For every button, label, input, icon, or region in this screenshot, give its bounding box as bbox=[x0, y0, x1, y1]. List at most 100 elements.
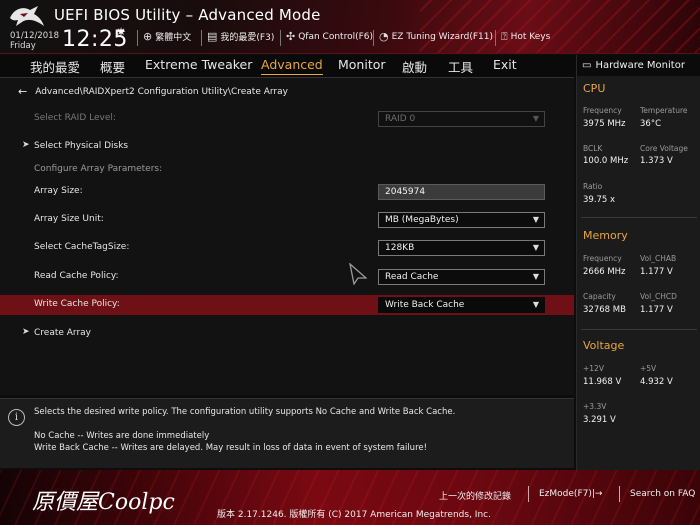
bclk-label: BCLK bbox=[583, 144, 603, 153]
v12-value: 11.968 V bbox=[583, 377, 622, 387]
footer-bar: 原價屋Coolpc 上一次的修改記錄 EzMode(F7)|→ Search o… bbox=[0, 470, 700, 525]
qfan-control-label: Qfan Control(F6) bbox=[298, 31, 374, 42]
tab-main[interactable]: 概要 bbox=[100, 57, 125, 76]
hot-keys-icon: ⍰ bbox=[501, 30, 508, 43]
help-text-line: Selects the desired write policy. The co… bbox=[34, 407, 456, 417]
write-cache-label: Write Cache Policy: bbox=[34, 299, 120, 309]
voltage-section-title: Voltage bbox=[583, 339, 625, 352]
array-size-input[interactable]: 2045974 bbox=[378, 184, 545, 200]
array-size-label: Array Size: bbox=[34, 186, 83, 196]
chevron-right-icon: ➤ bbox=[22, 327, 30, 337]
language-label: 繁體中文 bbox=[155, 33, 192, 43]
core-voltage-value: 1.373 V bbox=[640, 156, 673, 166]
dropdown-arrow-icon: ▼ bbox=[532, 215, 539, 224]
vol-chab-value: 1.177 V bbox=[640, 267, 673, 277]
qfan-control-button[interactable]: ✣ Qfan Control(F6) bbox=[286, 30, 373, 43]
search-faq-button[interactable]: Search on FAQ bbox=[630, 489, 695, 499]
memory-frequency-value: 2666 MHz bbox=[583, 267, 626, 277]
hardware-monitor-panel: ▭ Hardware Monitor CPU Frequency 3975 MH… bbox=[576, 55, 700, 470]
physical-disks-row[interactable]: ➤ Select Physical Disks bbox=[0, 137, 574, 157]
chevron-right-icon: ➤ bbox=[22, 140, 30, 150]
memory-frequency-label: Frequency bbox=[583, 254, 622, 263]
dropdown-arrow-icon: ▼ bbox=[532, 114, 539, 123]
divider bbox=[581, 329, 697, 330]
raid-level-row: Select RAID Level: RAID 0 ▼ bbox=[0, 109, 574, 129]
date-display: 01/12/2018 Friday bbox=[10, 31, 59, 51]
v33-label: +3.3V bbox=[583, 402, 607, 411]
array-size-unit-select[interactable]: MB (MegaBytes) ▼ bbox=[378, 212, 545, 228]
raid-level-value: RAID 0 bbox=[385, 114, 416, 124]
hot-keys-button[interactable]: ⍰ Hot Keys bbox=[501, 30, 550, 44]
create-array-label[interactable]: Create Array bbox=[34, 328, 91, 338]
fan-icon: ✣ bbox=[286, 30, 296, 43]
last-modified-button[interactable]: 上一次的修改記錄 bbox=[439, 489, 511, 502]
write-cache-value: Write Back Cache bbox=[385, 300, 465, 310]
main-menu-tabs: 我的最愛 概要 Extreme Tweaker Advanced Monitor… bbox=[0, 55, 576, 77]
read-cache-select[interactable]: Read Cache ▼ bbox=[378, 269, 545, 285]
v5-value: 4.932 V bbox=[640, 377, 673, 387]
app-title: UEFI BIOS Utility – Advanced Mode bbox=[54, 6, 321, 24]
create-array-row[interactable]: ➤ Create Array bbox=[0, 324, 574, 344]
raid-level-select: RAID 0 ▼ bbox=[378, 111, 545, 127]
array-size-value: 2045974 bbox=[385, 187, 426, 197]
cache-tag-size-row: Select CacheTagSize: 128KB ▼ bbox=[0, 238, 574, 258]
dropdown-arrow-icon: ▼ bbox=[532, 272, 539, 281]
divider bbox=[373, 30, 374, 46]
back-arrow-icon[interactable]: ← bbox=[18, 85, 27, 98]
help-text-line: Write Back Cache -- Writes are delayed. … bbox=[34, 443, 428, 453]
write-cache-row: Write Cache Policy: Write Back Cache ▼ bbox=[0, 295, 574, 315]
core-voltage-label: Core Voltage bbox=[640, 144, 688, 153]
divider bbox=[581, 217, 697, 218]
tab-favorites[interactable]: 我的最愛 bbox=[30, 57, 80, 76]
monitor-icon: ▭ bbox=[582, 60, 592, 71]
v12-label: +12V bbox=[583, 364, 604, 373]
cache-tag-size-select[interactable]: 128KB ▼ bbox=[378, 240, 545, 256]
dropdown-arrow-icon: ▼ bbox=[532, 300, 539, 309]
v33-value: 3.291 V bbox=[583, 415, 616, 425]
divider bbox=[619, 486, 620, 502]
tab-monitor[interactable]: Monitor bbox=[338, 57, 386, 72]
read-cache-value: Read Cache bbox=[385, 272, 439, 282]
my-favorites-label: 我的最愛(F3) bbox=[220, 33, 275, 43]
cpu-section-title: CPU bbox=[583, 82, 606, 95]
read-cache-row: Read Cache Policy: Read Cache ▼ bbox=[0, 267, 574, 287]
configure-params-header: Configure Array Parameters: bbox=[0, 160, 574, 180]
divider bbox=[280, 30, 281, 46]
cpu-frequency-value: 3975 MHz bbox=[583, 119, 626, 129]
hardware-monitor-header: ▭ Hardware Monitor bbox=[577, 55, 700, 76]
hardware-monitor-title: Hardware Monitor bbox=[595, 60, 685, 71]
my-favorites-button[interactable]: ▤ 我的最愛(F3) bbox=[207, 30, 274, 43]
capacity-value: 32768 MB bbox=[583, 305, 626, 315]
ezmode-button[interactable]: EzMode(F7)|→ bbox=[539, 489, 602, 499]
tab-boot[interactable]: 啟動 bbox=[402, 57, 427, 76]
language-button[interactable]: ⊕ 繁體中文 bbox=[143, 30, 191, 43]
configure-params-label: Configure Array Parameters: bbox=[34, 164, 163, 174]
rog-logo-icon bbox=[10, 6, 44, 26]
brand-watermark: 原價屋Coolpc bbox=[32, 490, 175, 515]
breadcrumb: ← Advanced\RAIDXpert2 Configuration Util… bbox=[18, 85, 288, 98]
favorites-icon: ▤ bbox=[207, 30, 218, 43]
vol-chcd-label: Vol_CHCD bbox=[640, 292, 677, 301]
ratio-label: Ratio bbox=[583, 182, 603, 191]
read-cache-label: Read Cache Policy: bbox=[34, 271, 119, 281]
gear-icon[interactable]: ✷ bbox=[116, 25, 126, 39]
tab-advanced[interactable]: Advanced bbox=[261, 57, 323, 75]
divider bbox=[495, 30, 496, 46]
raid-level-label: Select RAID Level: bbox=[34, 113, 116, 123]
day-text: Friday bbox=[10, 41, 36, 51]
ez-tuning-wizard-button[interactable]: ◔ EZ Tuning Wizard(F11) bbox=[379, 30, 493, 43]
hot-keys-label: Hot Keys bbox=[510, 32, 551, 42]
divider bbox=[201, 30, 202, 46]
settings-panel: ← Advanced\RAIDXpert2 Configuration Util… bbox=[0, 77, 574, 395]
physical-disks-label[interactable]: Select Physical Disks bbox=[34, 141, 128, 151]
tab-exit[interactable]: Exit bbox=[493, 57, 517, 72]
vol-chcd-value: 1.177 V bbox=[640, 305, 673, 315]
tab-extreme-tweaker[interactable]: Extreme Tweaker bbox=[145, 57, 252, 72]
help-description-panel: i Selects the desired write policy. The … bbox=[0, 398, 574, 468]
write-cache-select[interactable]: Write Back Cache ▼ bbox=[378, 297, 545, 313]
capacity-label: Capacity bbox=[583, 292, 616, 301]
bclk-value: 100.0 MHz bbox=[583, 156, 629, 166]
header-bar: UEFI BIOS Utility – Advanced Mode 01/12/… bbox=[0, 0, 700, 54]
wizard-icon: ◔ bbox=[379, 30, 389, 43]
tab-tool[interactable]: 工具 bbox=[448, 57, 473, 76]
